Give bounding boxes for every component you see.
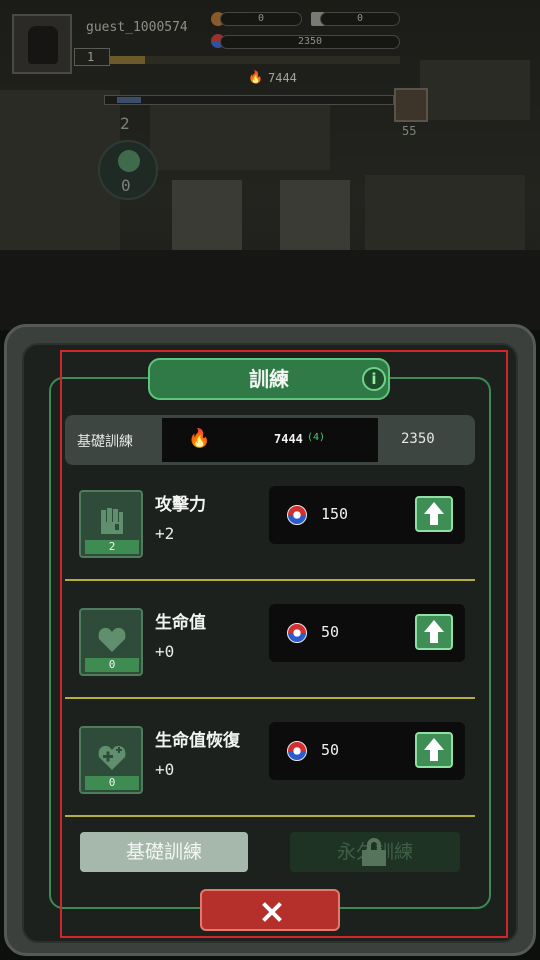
close-button[interactable] (200, 889, 340, 931)
wave-progress (104, 95, 394, 105)
resource-b: 0 (320, 12, 400, 26)
upgrade-cost: 50 (321, 741, 340, 759)
kill-count: 0 (121, 176, 131, 195)
training-summary: 基礎訓練 🔥 7444 (4) 2350 (65, 415, 475, 465)
scene-crate (172, 180, 242, 250)
scene-floor (0, 250, 540, 330)
lock-icon (362, 838, 386, 866)
stat-bonus: +0 (155, 760, 175, 779)
gold-display: 2350 (220, 35, 400, 49)
stat-level: 0 (85, 776, 139, 790)
stat-icon-box: 0 (79, 608, 143, 676)
stat-row-attack: 2 攻擊力 +2 150 (65, 474, 475, 589)
stat-row-hp-regen: 0 生命值恢復 +0 50 (65, 710, 475, 825)
row-divider (65, 697, 475, 699)
upgrade-cost-box[interactable]: 150 (269, 486, 465, 544)
boss-count: 55 (402, 124, 417, 138)
xp-bar (110, 56, 400, 64)
boss-portrait[interactable] (394, 88, 428, 122)
stat-level: 2 (85, 540, 139, 554)
scene-truck (365, 175, 525, 255)
player-avatar[interactable] (12, 14, 72, 74)
stat-level: 0 (85, 658, 139, 672)
cap-coin-icon (287, 741, 307, 761)
upgrade-button[interactable] (415, 732, 453, 768)
resource-a: 0 (220, 12, 302, 26)
fist-icon (101, 508, 123, 534)
row-divider (65, 579, 475, 581)
fire-power-box: 🔥 7444 (4) (162, 418, 378, 462)
fire-power-display: 7444 (268, 71, 297, 85)
tab-basic-training[interactable]: 基礎訓練 (80, 832, 248, 872)
stat-name: 生命值 (155, 613, 206, 633)
panel-title: 訓練 (148, 358, 390, 400)
summary-fire-delta: (4) (307, 432, 326, 443)
scene-crate (280, 180, 350, 250)
upgrade-cost: 50 (321, 623, 340, 641)
stat-icon-box: 0 (79, 726, 143, 794)
skull-icon (118, 150, 140, 172)
stat-name: 生命值恢復 (155, 731, 240, 751)
cap-coin-icon (287, 505, 307, 525)
upgrade-cost: 150 (321, 505, 349, 523)
summary-label: 基礎訓練 (77, 434, 133, 450)
upgrade-button[interactable] (415, 614, 453, 650)
info-icon[interactable]: i (362, 367, 386, 391)
upgrade-button[interactable] (415, 496, 453, 532)
upgrade-cost-box[interactable]: 50 (269, 722, 465, 780)
summary-fire-value: 7444 (274, 432, 303, 446)
fire-icon: 🔥 (188, 428, 211, 449)
heart-plus-icon (98, 745, 126, 770)
scene-graffiti (150, 100, 330, 170)
summary-gold: 2350 (401, 431, 435, 447)
player-name: guest_1000574 (86, 20, 188, 35)
upgrade-cost-box[interactable]: 50 (269, 604, 465, 662)
player-level: 1 (74, 48, 110, 66)
cap-coin-icon (287, 623, 307, 643)
fire-icon: 🔥 (248, 70, 263, 84)
stat-bonus: +2 (155, 524, 175, 543)
stat-bonus: +0 (155, 642, 175, 661)
stat-row-hp: 0 生命值 +0 50 (65, 592, 475, 707)
stat-icon-box: 2 (79, 490, 143, 558)
heart-icon (98, 627, 126, 652)
scene-machinery (420, 60, 530, 120)
stage-number: 2 (120, 114, 130, 133)
row-divider (65, 815, 475, 817)
stat-name: 攻擊力 (155, 495, 206, 515)
